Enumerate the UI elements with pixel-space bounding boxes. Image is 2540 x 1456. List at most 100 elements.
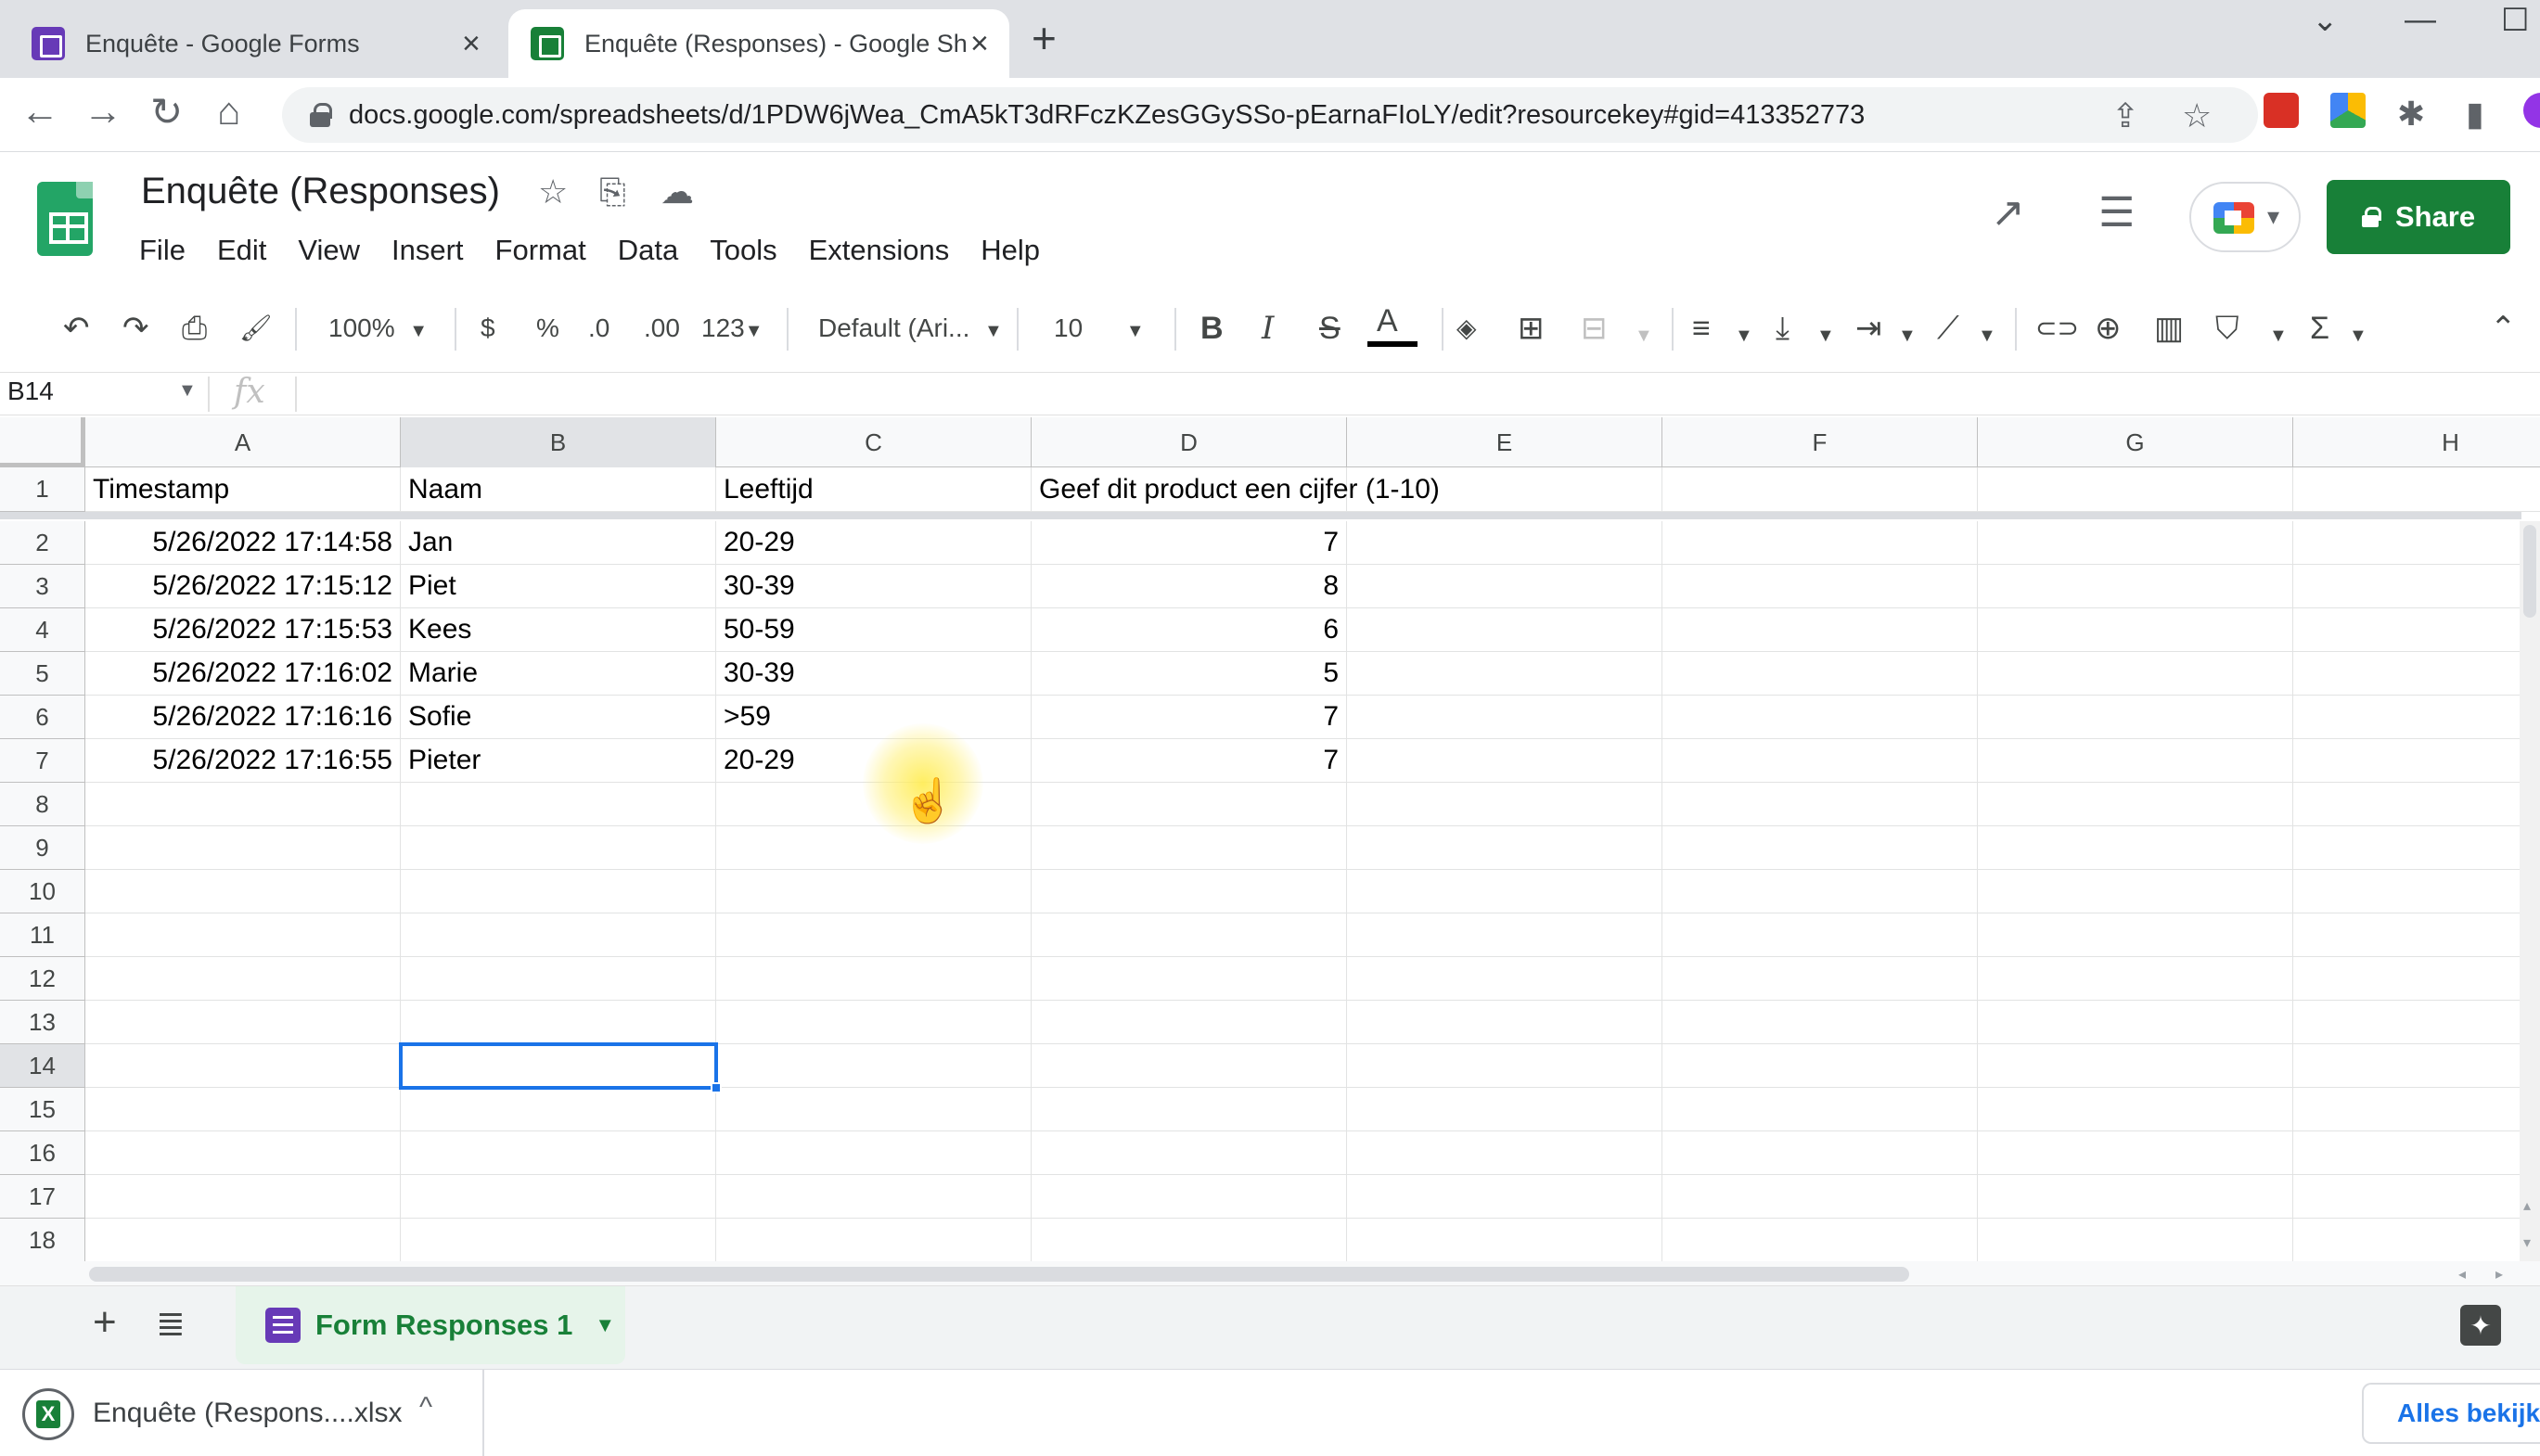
table-cell[interactable]: 6 [1032,608,1347,652]
empty-cell[interactable] [1662,870,1978,913]
empty-cell[interactable] [1347,1044,1662,1088]
vertical-scrollbar[interactable] [2520,521,2540,1261]
empty-cell[interactable] [85,913,401,957]
empty-cell[interactable] [1032,1219,1347,1261]
table-cell[interactable]: Pieter [401,739,716,783]
insert-comment-icon[interactable]: ⊕ [2095,304,2122,352]
empty-cell[interactable] [85,1219,401,1261]
share-page-icon[interactable]: ⇪ [2111,96,2139,135]
back-icon[interactable]: ← [20,89,59,134]
text-color-button[interactable]: A [1377,297,1398,345]
table-cell[interactable]: 5/26/2022 17:16:02 [85,652,401,696]
empty-cell[interactable] [1032,783,1347,826]
table-cell[interactable]: 30-39 [716,565,1032,608]
horizontal-scroll-thumb[interactable] [89,1267,1909,1282]
empty-cell[interactable] [1347,870,1662,913]
all-sheets-button[interactable]: ≣ [156,1303,186,1345]
empty-cell[interactable] [1978,608,2293,652]
table-cell[interactable]: 20-29 [716,521,1032,565]
side-panel-icon[interactable]: ▮ [2466,95,2484,134]
frozen-row-divider[interactable] [0,512,2521,519]
insert-chart-icon[interactable]: ▥ [2154,304,2184,352]
empty-cell[interactable] [1347,783,1662,826]
scroll-right-icon[interactable]: ▸ [2495,1265,2503,1284]
empty-cell[interactable] [2293,1001,2540,1044]
empty-cell[interactable] [1978,652,2293,696]
empty-cell[interactable] [85,1044,401,1088]
menu-insert[interactable]: Insert [391,234,464,267]
empty-cell[interactable] [1978,467,2293,512]
table-cell[interactable]: >59 [716,696,1032,739]
empty-cell[interactable] [85,1001,401,1044]
undo-icon[interactable]: ↶ [63,304,90,352]
empty-cell[interactable] [1662,652,1978,696]
reload-icon[interactable]: ↻ [150,89,183,134]
empty-cell[interactable] [1347,1131,1662,1175]
column-header-a[interactable]: A [85,417,401,467]
scroll-left-icon[interactable]: ◂ [2458,1265,2466,1284]
increase-decimal-button[interactable]: .00 [644,304,680,352]
empty-cell[interactable] [716,1131,1032,1175]
empty-cell[interactable] [1978,1131,2293,1175]
empty-cell[interactable] [1347,521,1662,565]
empty-cell[interactable] [2293,783,2540,826]
row-header-15[interactable]: 15 [0,1088,85,1131]
empty-cell[interactable] [1978,696,2293,739]
empty-cell[interactable] [1032,1131,1347,1175]
table-cell[interactable]: 8 [1032,565,1347,608]
empty-cell[interactable] [1662,608,1978,652]
row-header-12[interactable]: 12 [0,957,85,1001]
cloud-status-icon[interactable]: ☁ [661,172,694,211]
empty-cell[interactable] [1347,565,1662,608]
empty-cell[interactable] [2293,1175,2540,1219]
chevron-down-icon[interactable]: ▼ [178,380,197,402]
activity-dashboard-icon[interactable]: ↗ [1991,189,2025,236]
tab-search-icon[interactable]: ⌄ [2312,2,2339,39]
empty-cell[interactable] [2293,1219,2540,1261]
column-header-c[interactable]: C [716,417,1032,467]
table-cell[interactable]: Kees [401,608,716,652]
menu-edit[interactable]: Edit [217,234,266,267]
header-cell[interactable]: Geef dit product een cijfer (1-10) [1032,467,1440,512]
row-header-2[interactable]: 2 [0,521,85,565]
empty-cell[interactable] [1032,1175,1347,1219]
empty-cell[interactable] [1978,826,2293,870]
minimize-icon[interactable]: — [2405,2,2436,38]
row-header-16[interactable]: 16 [0,1131,85,1175]
column-header-g[interactable]: G [1978,417,2293,467]
table-cell[interactable]: 30-39 [716,652,1032,696]
table-cell[interactable]: Piet [401,565,716,608]
vertical-align-icon[interactable]: ⤓ [1776,304,1790,352]
functions-icon[interactable]: Σ [2310,304,2329,352]
text-wrapping-icon[interactable]: ⇥ [1855,304,1882,352]
pdf-extension-icon[interactable] [2264,93,2299,128]
empty-cell[interactable] [1978,1001,2293,1044]
empty-cell[interactable] [716,826,1032,870]
empty-cell[interactable] [1662,565,1978,608]
empty-cell[interactable] [716,1044,1032,1088]
empty-cell[interactable] [2293,696,2540,739]
show-all-downloads-button[interactable]: Alles bekijken [2362,1383,2540,1444]
empty-cell[interactable] [1347,608,1662,652]
chevron-down-icon[interactable]: ▼ [1735,312,1753,360]
selected-cell-b14[interactable] [399,1042,718,1090]
table-cell[interactable]: 5 [1032,652,1347,696]
row-header-18[interactable]: 18 [0,1219,85,1261]
document-title[interactable]: Enquête (Responses) [141,171,500,212]
chevron-down-icon[interactable]: ▼ [595,1313,615,1337]
sheets-logo[interactable] [37,182,93,256]
empty-cell[interactable] [2293,521,2540,565]
empty-cell[interactable] [85,870,401,913]
row-header-9[interactable]: 9 [0,826,85,870]
row-header-13[interactable]: 13 [0,1001,85,1044]
comments-icon[interactable]: ☰ [2098,189,2135,236]
header-cell[interactable]: Timestamp [85,467,401,512]
empty-cell[interactable] [1978,565,2293,608]
empty-cell[interactable] [1978,1175,2293,1219]
spreadsheet-grid[interactable]: A B C D E F G H 1 Timestamp Naam Leeftijd Ge… [0,417,2540,1261]
empty-cell[interactable] [1662,1001,1978,1044]
empty-cell[interactable] [2293,739,2540,783]
empty-cell[interactable] [2293,565,2540,608]
star-icon[interactable]: ☆ [538,172,568,211]
row-header-3[interactable]: 3 [0,565,85,608]
